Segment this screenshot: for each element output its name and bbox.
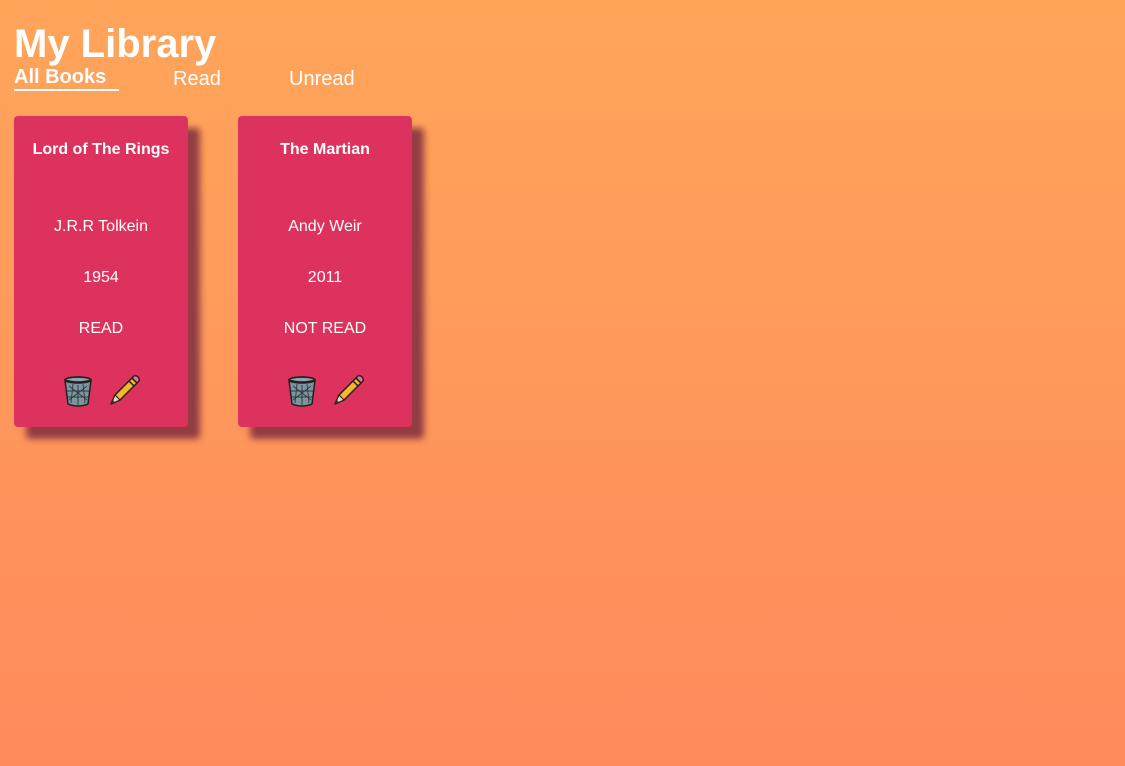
book-actions	[238, 374, 412, 410]
book-author: J.R.R Tolkein	[54, 218, 148, 235]
book-title: The Martian	[280, 141, 370, 158]
pencil-icon[interactable]	[331, 374, 365, 408]
trash-icon[interactable]	[285, 374, 319, 408]
book-status[interactable]: NOT READ	[238, 320, 412, 338]
book-actions	[14, 374, 188, 410]
tab-read[interactable]: Read	[173, 66, 221, 92]
book-author: Andy Weir	[288, 218, 362, 235]
app-title: My Library	[14, 22, 217, 66]
book-year: 1954	[83, 269, 119, 286]
book-year: 2011	[307, 269, 343, 286]
tab-unread[interactable]: Unread	[289, 66, 355, 92]
tab-all-books[interactable]: All Books	[14, 66, 120, 91]
book-status[interactable]: READ	[14, 320, 188, 338]
filter-tabs: All Books Read Unread	[14, 66, 414, 94]
trash-icon[interactable]	[61, 374, 95, 408]
book-title: Lord of The Rings	[32, 141, 170, 158]
book-card: The Martian Andy Weir 2011 NOT READ	[238, 116, 412, 427]
pencil-icon[interactable]	[107, 374, 141, 408]
book-card: Lord of The Rings J.R.R Tolkein 1954 REA…	[14, 116, 188, 427]
